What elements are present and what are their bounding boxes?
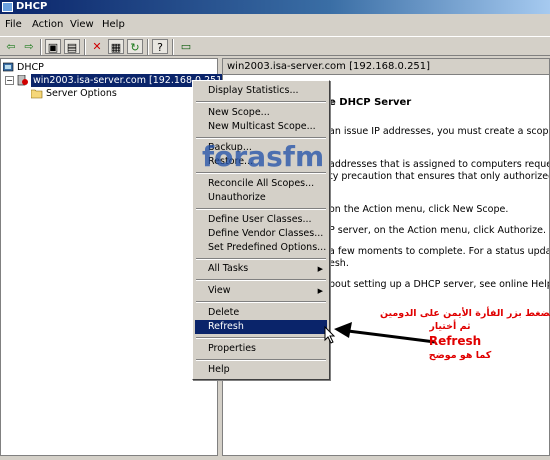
context-menu: Display Statistics... New Scope... New M…	[192, 80, 330, 380]
menu-file[interactable]: File	[5, 19, 22, 30]
menu-separator	[196, 101, 326, 103]
details-line: P server, on the Action menu, click Auth…	[329, 225, 546, 236]
delete-x-icon[interactable]: ✕	[89, 39, 105, 54]
submenu-arrow-icon: ▶	[317, 287, 323, 295]
folder-icon	[30, 88, 43, 99]
details-line: bout setting up a DHCP server, see onlin…	[329, 279, 550, 290]
menu-help[interactable]: Help	[102, 19, 125, 30]
submenu-arrow-icon: ▶	[317, 265, 323, 273]
properties-icon[interactable]: ▦	[108, 39, 124, 54]
menu-item-reconcile-all-scopes[interactable]: Reconcile All Scopes...	[195, 177, 327, 191]
dhcp-icon	[2, 62, 15, 73]
menu-item-all-tasks[interactable]: All Tasks ▶	[195, 262, 327, 276]
menu-item-help[interactable]: Help	[195, 363, 327, 377]
console-icon[interactable]: ▭	[178, 39, 194, 54]
menu-item-unauthorize[interactable]: Unauthorize	[195, 191, 327, 205]
help-icon[interactable]: ?	[152, 39, 168, 54]
window-title: DHCP	[16, 1, 48, 12]
dhcp-app-icon	[2, 2, 13, 12]
details-line: ty precaution that ensures that only aut…	[329, 171, 550, 182]
menu-item-define-vendor-classes[interactable]: Define Vendor Classes...	[195, 227, 327, 241]
menu-item-view-label: View	[208, 285, 231, 296]
collapse-box-icon[interactable]: −	[5, 76, 14, 85]
menu-item-view[interactable]: View ▶	[195, 284, 327, 298]
tree-server-options-label: Server Options	[46, 88, 117, 99]
toolbar-separator	[172, 39, 174, 55]
annotation-line-4: كما هو موضح	[428, 350, 492, 361]
menu-item-set-predefined-options[interactable]: Set Predefined Options...	[195, 241, 327, 255]
toolbar-separator	[84, 39, 86, 55]
refresh-icon[interactable]: ↻	[127, 39, 143, 54]
details-line: a few moments to complete. For a status …	[329, 246, 549, 257]
menu-item-display-statistics[interactable]: Display Statistics...	[195, 84, 327, 98]
menu-separator	[196, 137, 326, 139]
menu-view[interactable]: View	[70, 19, 94, 30]
menu-separator	[196, 359, 326, 361]
menu-item-delete[interactable]: Delete	[195, 306, 327, 320]
menu-item-define-user-classes[interactable]: Define User Classes...	[195, 213, 327, 227]
menu-item-new-scope[interactable]: New Scope...	[195, 106, 327, 120]
title-bar: DHCP	[0, 0, 550, 14]
toolbar: ⇦ ⇨ ▣ ▤ ✕ ▦ ↻ ? ▭	[0, 36, 550, 56]
menu-item-properties[interactable]: Properties	[195, 342, 327, 356]
details-line: addresses that is assigned to computers …	[329, 159, 550, 170]
details-line: on the Action menu, click New Scope.	[329, 204, 509, 215]
tree-pane: DHCP − win2003.isa-server.com [192.168.0…	[0, 58, 228, 456]
details-pane-header: win2003.isa-server.com [192.168.0.251]	[223, 59, 549, 75]
back-arrow-icon[interactable]: ⇦	[3, 39, 19, 54]
menu-bar: File Action View Help	[0, 16, 550, 34]
details-heading: e DHCP Server	[329, 97, 412, 108]
toolbar-separator	[147, 39, 149, 55]
menu-separator	[196, 208, 326, 210]
server-down-icon	[17, 74, 29, 86]
annotation-line-3: Refresh	[428, 334, 482, 348]
details-line: esh.	[329, 258, 349, 269]
menu-separator	[196, 337, 326, 339]
annotation-line-2: ثم أختيار	[429, 321, 471, 332]
menu-separator	[196, 258, 326, 260]
menu-action[interactable]: Action	[32, 19, 63, 30]
details-line: an issue IP addresses, you must create a…	[329, 126, 549, 137]
forward-arrow-icon[interactable]: ⇨	[21, 39, 37, 54]
menu-item-refresh[interactable]: Refresh	[195, 320, 327, 334]
menu-item-all-tasks-label: All Tasks	[208, 263, 249, 274]
annotation-line-1: بالضغط بزر الفأرة الأيمن على الدومين	[380, 308, 550, 319]
toolbar-separator	[40, 39, 42, 55]
menu-separator	[196, 301, 326, 303]
menu-separator	[196, 279, 326, 281]
show-tree-icon[interactable]: ▤	[64, 39, 80, 54]
tree-root-label: DHCP	[17, 62, 44, 73]
watermark-text: forasfm	[202, 140, 325, 173]
menu-item-new-multicast-scope[interactable]: New Multicast Scope...	[195, 120, 327, 134]
up-folder-icon[interactable]: ▣	[45, 39, 61, 54]
